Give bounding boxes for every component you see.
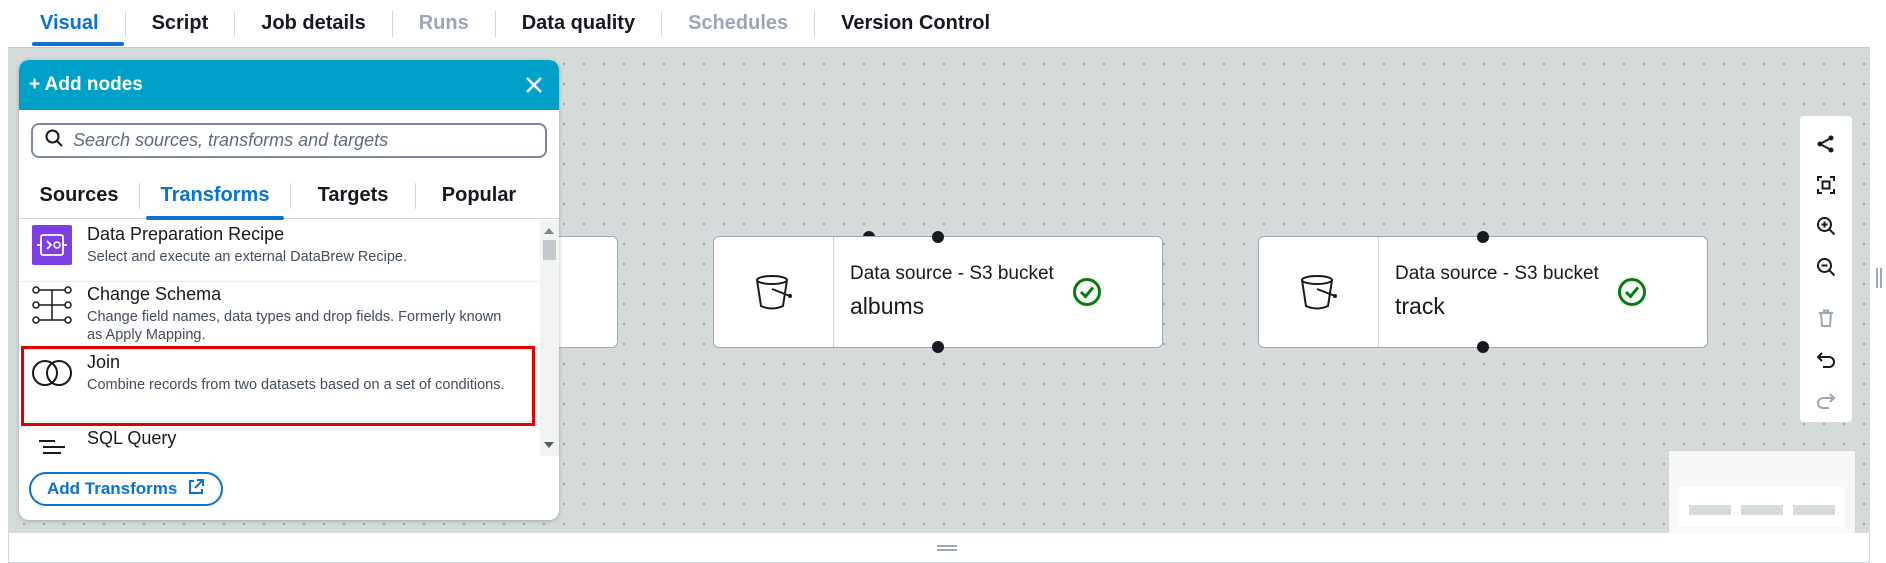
item-description: Combine records from two datasets based … [87, 377, 505, 393]
node-output-handle[interactable] [932, 341, 944, 353]
search-icon [45, 129, 63, 152]
search-box [31, 123, 547, 158]
list-item-sql-query[interactable]: SQL Query [19, 428, 539, 456]
tab-popular[interactable]: Popular [416, 173, 542, 219]
node-type-label: Data source - S3 bucket [1395, 263, 1599, 284]
tab-visual[interactable]: Visual [14, 0, 125, 47]
node-track[interactable]: Data source - S3 bucket track [1258, 231, 1708, 353]
databrew-recipe-icon [31, 224, 73, 266]
side-resize-handle[interactable] [1876, 268, 1882, 288]
scroll-up-icon[interactable] [544, 228, 554, 234]
resize-handle[interactable] [937, 545, 957, 551]
check-circle-icon [1617, 277, 1647, 312]
tab-script[interactable]: Script [126, 0, 235, 47]
change-schema-icon [31, 284, 73, 326]
close-icon[interactable] [519, 70, 549, 100]
tab-runs: Runs [418, 12, 469, 34]
node-albums[interactable]: Data source - S3 bucket albums [713, 231, 1163, 353]
redo-icon [1806, 381, 1846, 420]
canvas-toolbar [1800, 116, 1852, 422]
list-scrollbar[interactable] [540, 220, 559, 456]
tab-data-quality[interactable]: Data quality [496, 0, 661, 47]
node-input-handle[interactable] [932, 231, 944, 243]
minimap-node [1689, 505, 1731, 515]
tab-version-control[interactable]: Version Control [815, 0, 1016, 47]
item-description: Select and execute an external DataBrew … [87, 249, 407, 265]
minimap-viewport [1679, 487, 1845, 527]
add-nodes-panel: + Add nodes Sources Transforms Targets P… [19, 60, 559, 520]
list-item-join[interactable]: Join Combine records from two datasets b… [19, 352, 539, 422]
node-output-handle[interactable] [1477, 341, 1489, 353]
add-nodes-header: + Add nodes [19, 60, 559, 110]
transforms-list: Data Preparation Recipe Select and execu… [19, 220, 559, 456]
s3-bucket-icon [714, 237, 834, 347]
external-link-icon [177, 478, 205, 501]
share-graph-icon[interactable] [1806, 124, 1846, 163]
list-item-change-schema[interactable]: Change Schema Change field names, data t… [19, 284, 539, 350]
node-name-label: track [1395, 293, 1445, 319]
node-type-label: Data source - S3 bucket [850, 263, 1054, 284]
undo-icon[interactable] [1806, 340, 1846, 379]
tab-schedules: Schedules [688, 12, 789, 34]
editor-tabbar: Visual Script Job details Runs Data qual… [0, 0, 1886, 47]
item-name: Join [87, 352, 121, 372]
list-item-data-preparation-recipe[interactable]: Data Preparation Recipe Select and execu… [19, 224, 539, 282]
node-category-tabs: Sources Transforms Targets Popular [19, 173, 559, 220]
zoom-in-icon[interactable] [1806, 206, 1846, 245]
panel-title: + Add nodes [29, 74, 143, 95]
scroll-thumb[interactable] [543, 240, 556, 260]
join-icon [31, 352, 73, 394]
bottom-panel-strip [8, 533, 1870, 563]
sql-query-icon [31, 428, 73, 456]
add-transforms-button[interactable]: Add Transforms [29, 472, 224, 506]
node-input-handle[interactable] [1477, 231, 1489, 243]
tab-targets[interactable]: Targets [291, 173, 415, 219]
tab-transforms[interactable]: Transforms [140, 173, 290, 220]
delete-icon [1806, 299, 1846, 338]
item-name: SQL Query [87, 428, 177, 448]
check-circle-icon [1072, 277, 1102, 312]
tab-sources[interactable]: Sources [19, 173, 139, 219]
search-input[interactable] [73, 130, 533, 151]
node-name-label: albums [850, 293, 925, 319]
minimap-node [1741, 505, 1783, 515]
minimap-node [1793, 505, 1835, 515]
scroll-down-icon[interactable] [544, 442, 554, 448]
zoom-out-icon[interactable] [1806, 247, 1846, 286]
toolbar-separator [1811, 292, 1841, 293]
item-name: Data Preparation Recipe [87, 224, 285, 244]
fit-view-icon[interactable] [1806, 165, 1846, 204]
item-name: Change Schema [87, 284, 222, 304]
tab-job-details[interactable]: Job details [235, 0, 391, 47]
item-description: Change field names, data types and drop … [87, 309, 502, 343]
s3-bucket-icon [1259, 237, 1379, 347]
add-transforms-label: Add Transforms [47, 479, 178, 498]
